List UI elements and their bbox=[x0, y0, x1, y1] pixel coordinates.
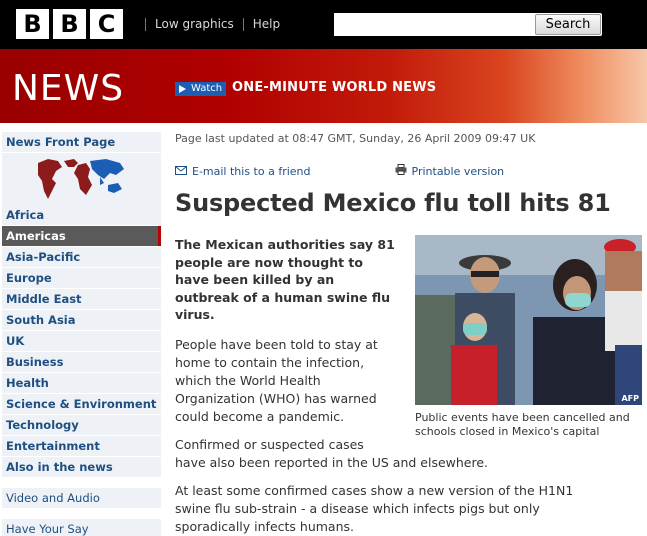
nav-item-africa[interactable]: Africa bbox=[2, 205, 161, 225]
bbc-logo-letter: C bbox=[90, 9, 123, 39]
lead-line: have been killed by an bbox=[175, 272, 335, 287]
nav-item-health[interactable]: Health bbox=[2, 373, 161, 393]
nav-item-technology[interactable]: Technology bbox=[2, 415, 161, 435]
article-photo[interactable]: AFP bbox=[415, 235, 642, 405]
nav-item-have-your-say[interactable]: Have Your Say bbox=[2, 519, 161, 536]
print-link[interactable]: Printable version bbox=[412, 165, 505, 178]
bbc-logo-letter: B bbox=[53, 9, 86, 39]
paragraph-line: swine flu sub-strain - a disease which i… bbox=[175, 501, 540, 516]
paragraph-line: could become a pandemic. bbox=[175, 409, 345, 424]
top-bar: B B C Low graphics Help Search bbox=[0, 0, 647, 49]
search-box: Search bbox=[334, 13, 602, 36]
headline: Suspected Mexico flu toll hits 81 bbox=[175, 189, 611, 217]
paragraph-line: People have been told to stay at bbox=[175, 337, 378, 352]
lead-line: people are now thought to bbox=[175, 254, 363, 270]
nav-item-south-asia[interactable]: South Asia bbox=[2, 310, 161, 330]
divider bbox=[242, 17, 244, 31]
nav-news-front-page[interactable]: News Front Page bbox=[2, 132, 161, 152]
divider bbox=[145, 17, 146, 31]
lead-paragraph: The Mexican authorities say 81 people ar… bbox=[175, 236, 407, 324]
last-updated: Page last updated at 08:47 GMT, Sunday, … bbox=[175, 132, 536, 145]
paragraph-line: At least some confirmed cases show a new… bbox=[175, 483, 574, 498]
printer-icon bbox=[395, 164, 407, 178]
nav-item-also-in-the-news[interactable]: Also in the news bbox=[2, 457, 161, 477]
photo-illustration bbox=[415, 235, 642, 405]
nav-item-europe[interactable]: Europe bbox=[2, 268, 161, 288]
body-paragraph: Confirmed or suspected cases have also b… bbox=[175, 436, 488, 472]
nav-item-entertainment[interactable]: Entertainment bbox=[2, 436, 161, 456]
low-graphics-link[interactable]: Low graphics bbox=[155, 17, 234, 31]
nav-item-science-environment[interactable]: Science & Environment bbox=[2, 394, 161, 414]
world-map[interactable] bbox=[2, 153, 161, 205]
bbc-logo-letter: B bbox=[16, 9, 49, 39]
paragraph-line: which the World Health bbox=[175, 373, 321, 388]
left-navigation: News Front Page Africa Americas Asia-Pac… bbox=[2, 132, 161, 536]
paragraph-line: sporadically infects humans. bbox=[175, 519, 354, 534]
nav-item-video-and-audio[interactable]: Video and Audio bbox=[2, 488, 161, 508]
top-links: Low graphics Help bbox=[136, 17, 280, 31]
nav-item-americas[interactable]: Americas bbox=[2, 226, 161, 246]
paragraph-line: Organization (WHO) has warned bbox=[175, 391, 377, 406]
world-map-icon bbox=[37, 159, 124, 199]
watch-label: Watch bbox=[189, 82, 227, 96]
play-icon bbox=[175, 82, 189, 96]
watch-badge[interactable]: Watch bbox=[175, 82, 227, 96]
photo-caption: Public events have been cancelled and sc… bbox=[415, 411, 630, 438]
lead-line: virus. bbox=[175, 307, 215, 322]
article: Page last updated at 08:47 GMT, Sunday, … bbox=[175, 132, 645, 534]
nav-item-asia-pacific[interactable]: Asia-Pacific bbox=[2, 247, 161, 267]
help-link[interactable]: Help bbox=[253, 17, 280, 31]
article-actions: E-mail this to a friend Printable versio… bbox=[175, 164, 645, 178]
paragraph-line: home to contain the infection, bbox=[175, 355, 365, 370]
body-paragraph: At least some confirmed cases show a new… bbox=[175, 482, 573, 536]
nav-item-middle-east[interactable]: Middle East bbox=[2, 289, 161, 309]
nav-item-business[interactable]: Business bbox=[2, 352, 161, 372]
lead-line: The Mexican authorities say 81 bbox=[175, 237, 395, 252]
email-icon bbox=[175, 165, 187, 178]
email-link[interactable]: E-mail this to a friend bbox=[192, 165, 311, 178]
body-paragraph: People have been told to stay at home to… bbox=[175, 336, 378, 426]
news-section-title[interactable]: NEWS bbox=[12, 68, 124, 109]
bbc-logo[interactable]: B B C bbox=[16, 9, 123, 39]
search-button[interactable]: Search bbox=[535, 14, 601, 35]
lead-line: outbreak of a human swine flu bbox=[175, 289, 390, 305]
search-input[interactable] bbox=[334, 13, 534, 36]
news-banner: NEWS Watch ONE-MINUTE WORLD NEWS bbox=[0, 49, 647, 123]
photo-credit: AFP bbox=[621, 394, 639, 403]
nav-item-uk[interactable]: UK bbox=[2, 331, 161, 351]
one-minute-world-news-link[interactable]: ONE-MINUTE WORLD NEWS bbox=[232, 80, 436, 95]
paragraph-line: have also been reported in the US and el… bbox=[175, 455, 489, 470]
